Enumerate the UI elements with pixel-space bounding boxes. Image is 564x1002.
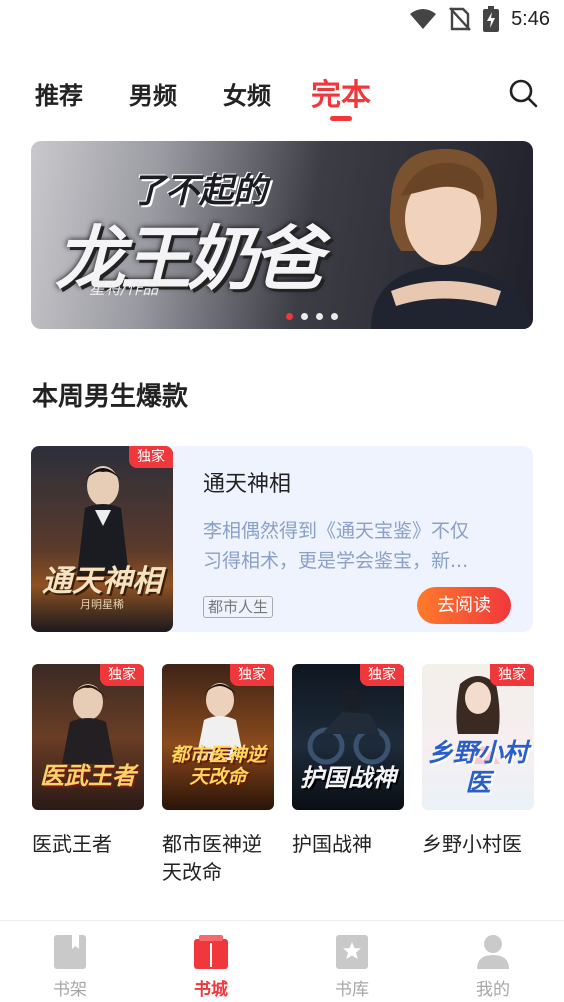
- bookshelf-icon: [54, 935, 86, 969]
- carousel-dot[interactable]: [286, 313, 293, 320]
- banner-author: 星将/作品: [89, 279, 159, 298]
- category-tabs: 推荐 男频 女频 完本: [0, 68, 564, 124]
- book-item[interactable]: 独家 医武王者 医武王者: [32, 664, 144, 858]
- cover-title: 通天神相: [42, 564, 162, 599]
- book-item[interactable]: 独家 都市医神逆天改命 都市医神逆天改命: [162, 664, 274, 886]
- battery-charging-icon: [483, 6, 500, 32]
- nav-label: 书库: [335, 980, 369, 1000]
- cover-title: 都市医神逆天改命: [170, 744, 266, 788]
- exclusive-badge: 独家: [360, 664, 404, 686]
- carousel-dot[interactable]: [301, 313, 308, 320]
- book-title[interactable]: 医武王者: [32, 830, 144, 858]
- book-title[interactable]: 护国战神: [292, 830, 404, 858]
- no-sim-icon: [449, 7, 471, 31]
- tab-male[interactable]: 男频: [129, 76, 177, 111]
- nav-library[interactable]: 书库: [312, 933, 392, 1000]
- section-title: 本周男生爆款: [32, 382, 189, 412]
- book-cover[interactable]: 独家 护国战神: [292, 664, 404, 810]
- nav-label: 书架: [53, 980, 87, 1000]
- carousel-dot[interactable]: [316, 313, 323, 320]
- exclusive-badge: 独家: [100, 664, 144, 686]
- nav-label: 书城: [194, 980, 228, 1000]
- featured-book-cover[interactable]: 独家 通天神相 月明星稀: [31, 446, 173, 632]
- library-icon: [336, 935, 368, 969]
- carousel-dot[interactable]: [331, 313, 338, 320]
- nav-bookstore[interactable]: 书城: [171, 933, 251, 1000]
- banner-character-art: [371, 148, 533, 329]
- tab-recommend[interactable]: 推荐: [35, 76, 83, 111]
- profile-icon: [477, 935, 509, 969]
- description-line: 习得相术，更是学会鉴宝，新...: [203, 550, 469, 572]
- book-title[interactable]: 乡野小村医: [422, 830, 534, 858]
- bottom-navigation: 书架 书城 书库 我的: [0, 920, 564, 1002]
- featured-book-card[interactable]: 独家 通天神相 月明星稀 通天神相 李相偶然得到《通天宝鉴》不仅 习得相术，更是…: [31, 446, 533, 632]
- wifi-icon: [410, 9, 437, 29]
- book-item[interactable]: 独家 乡野小村医 乡野小村医: [422, 664, 534, 858]
- featured-book-description: 李相偶然得到《通天宝鉴》不仅 习得相术，更是学会鉴宝，新...: [203, 516, 515, 576]
- active-tab-indicator: [330, 116, 352, 121]
- read-button[interactable]: 去阅读: [417, 587, 511, 624]
- nav-label: 我的: [476, 980, 510, 1000]
- book-cover[interactable]: 独家 医武王者: [32, 664, 144, 810]
- exclusive-badge: 独家: [490, 664, 534, 686]
- cover-title: 医武王者: [40, 761, 136, 790]
- cover-title: 乡野小村医: [427, 738, 528, 797]
- status-time: 5:46: [511, 7, 550, 30]
- cover-author: 月明星稀: [80, 598, 124, 611]
- cover-title: 护国战神: [300, 763, 396, 792]
- tab-completed[interactable]: 完本: [311, 70, 371, 114]
- promo-banner[interactable]: 了不起的 龙王奶爸 星将/作品: [31, 141, 533, 329]
- book-cover[interactable]: 独家 都市医神逆天改命: [162, 664, 274, 810]
- carousel-indicator: [286, 313, 338, 320]
- book-item[interactable]: 独家 护国战神 护国战神: [292, 664, 404, 858]
- featured-book-title[interactable]: 通天神相: [203, 466, 291, 498]
- description-line: 李相偶然得到《通天宝鉴》不仅: [203, 520, 470, 542]
- status-bar: 5:46: [0, 0, 564, 40]
- search-icon[interactable]: [508, 78, 538, 108]
- book-title[interactable]: 都市医神逆天改命: [162, 830, 274, 886]
- exclusive-badge: 独家: [129, 446, 173, 468]
- genre-tag: 都市人生: [203, 596, 274, 618]
- exclusive-badge: 独家: [230, 664, 274, 686]
- bookstore-icon: [194, 935, 228, 969]
- nav-bookshelf[interactable]: 书架: [30, 933, 110, 1000]
- status-icons: 5:46: [409, 6, 550, 32]
- book-cover[interactable]: 独家 乡野小村医: [422, 664, 534, 810]
- nav-profile[interactable]: 我的: [453, 933, 533, 1000]
- tab-female[interactable]: 女频: [223, 76, 271, 111]
